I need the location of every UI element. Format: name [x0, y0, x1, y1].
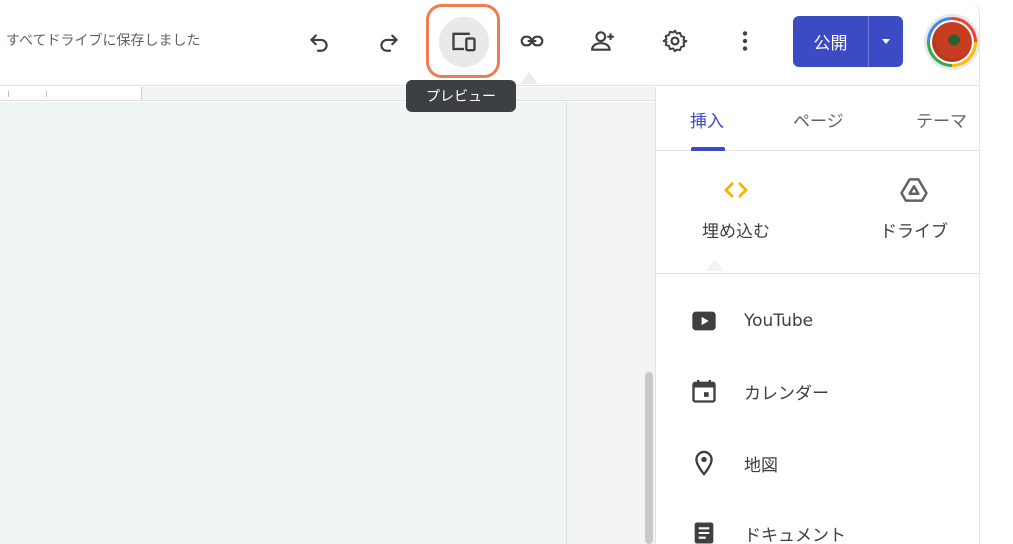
redo-button[interactable]: [366, 18, 412, 64]
insert-drive-tile[interactable]: ドライブ: [880, 175, 948, 242]
preview-highlight-box: [426, 4, 500, 78]
drive-icon: [900, 178, 928, 202]
publish-button[interactable]: 公開: [793, 16, 869, 67]
insert-map-item[interactable]: 地図: [690, 443, 778, 483]
tab-pages[interactable]: ページ: [793, 107, 844, 132]
gear-icon: [662, 29, 688, 53]
caret-down-icon: [882, 38, 890, 44]
right-side-panel: 挿入 ページ テーマ 埋め込む ドライブ YouTube カレンダー 地図 ドキ…: [655, 87, 979, 544]
insert-link-button[interactable]: [509, 18, 555, 64]
publish-dropdown-button[interactable]: [869, 16, 903, 67]
person-add-icon: [591, 31, 614, 51]
more-options-button[interactable]: [722, 18, 768, 64]
share-button[interactable]: [580, 18, 626, 64]
publish-split-button: 公開: [793, 16, 903, 67]
insert-youtube-item[interactable]: YouTube: [690, 301, 813, 341]
insert-embed-tile[interactable]: 埋め込む: [702, 175, 770, 242]
insert-embed-label: 埋め込む: [702, 222, 770, 242]
sites-editor-window: すべてドライブに保存しました 公開 プレビュー 挿入 ページ テーマ 埋め込む …: [0, 0, 980, 544]
tile-pointer: [706, 259, 724, 271]
embed-code-icon: [724, 182, 748, 198]
calendar-icon: [692, 379, 716, 403]
undo-icon: [310, 34, 328, 52]
save-status-text: すべてドライブに保存しました: [6, 33, 201, 49]
ruler-tick: [8, 91, 9, 97]
youtube-label: YouTube: [744, 311, 814, 331]
tab-themes[interactable]: テーマ: [916, 107, 967, 132]
account-avatar-button[interactable]: [924, 14, 979, 70]
ruler-segment: [0, 87, 142, 100]
undo-button[interactable]: [296, 18, 342, 64]
tooltip-pointer: [520, 72, 538, 84]
canvas-scrollbar[interactable]: [645, 372, 653, 544]
link-icon: [520, 35, 544, 47]
page-ruler: [0, 87, 655, 101]
active-tab-indicator: [691, 147, 725, 151]
tab-insert[interactable]: 挿入: [690, 107, 724, 132]
map-label: 地図: [744, 455, 778, 476]
map-pin-icon: [695, 450, 713, 476]
calendar-label: カレンダー: [744, 383, 829, 404]
settings-button[interactable]: [652, 18, 698, 64]
preview-tooltip: プレビュー: [406, 80, 516, 112]
avatar-frame: [930, 20, 974, 64]
youtube-icon: [692, 311, 716, 331]
document-icon: [694, 522, 714, 544]
document-label: ドキュメント: [744, 525, 846, 544]
insert-calendar-item[interactable]: カレンダー: [690, 371, 829, 411]
ruler-tick: [46, 91, 47, 97]
top-toolbar: すべてドライブに保存しました 公開: [0, 0, 979, 86]
more-vert-icon: [742, 31, 748, 51]
canvas-gutter: [566, 102, 655, 544]
panel-divider: [656, 273, 979, 274]
insert-drive-label: ドライブ: [880, 222, 948, 242]
insert-document-item[interactable]: ドキュメント: [690, 513, 846, 544]
avatar: [932, 22, 972, 62]
page-canvas[interactable]: [0, 102, 566, 544]
redo-icon: [380, 34, 398, 52]
panel-tabs: 挿入 ページ テーマ: [656, 87, 979, 151]
